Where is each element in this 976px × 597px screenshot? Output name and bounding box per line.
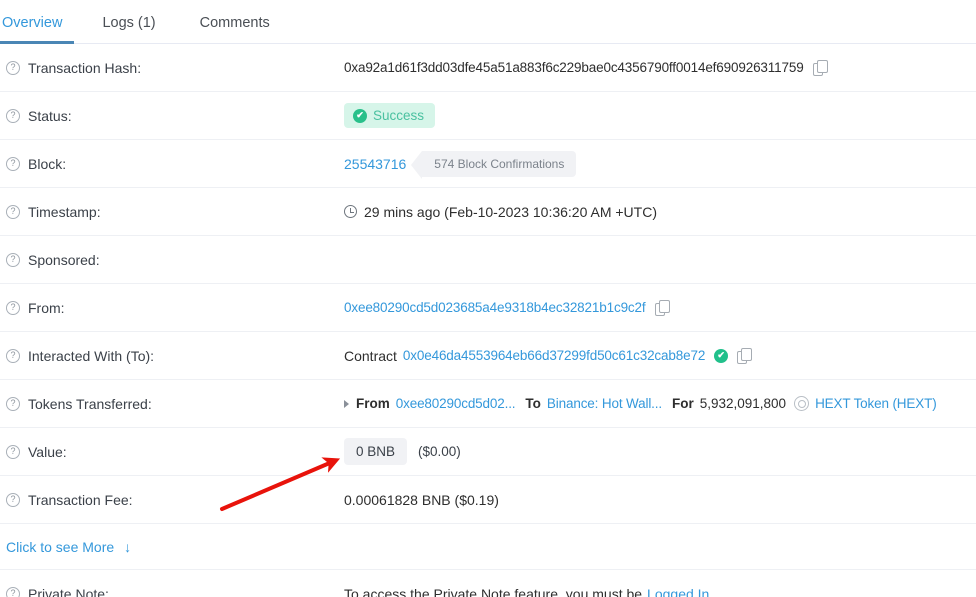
value-value: 0 BNB ($0.00) <box>344 438 976 465</box>
token-circle-icon <box>794 396 810 411</box>
label-text: From: <box>28 299 65 316</box>
tab-comments[interactable]: Comments <box>178 14 292 44</box>
value-from: 0xee80290cd5d023685a4e9318b4ec32821b1c9c… <box>344 300 976 316</box>
row-interacted-with: ? Interacted With (To): Contract 0x0e46d… <box>0 332 976 380</box>
row-sponsored: ? Sponsored: <box>0 236 976 284</box>
block-number-link[interactable]: 25543716 <box>344 156 406 172</box>
value-private-note: To access the Private Note feature, you … <box>344 586 976 597</box>
label-transaction-hash: ? Transaction Hash: <box>6 60 344 76</box>
copy-icon[interactable] <box>737 348 753 364</box>
help-icon[interactable]: ? <box>6 348 20 363</box>
status-badge: ✔ Success <box>344 103 436 128</box>
label-text: Transaction Hash: <box>28 59 142 76</box>
see-more-button[interactable]: Click to see More ↓ <box>6 539 131 555</box>
help-icon[interactable]: ? <box>6 396 20 411</box>
help-icon[interactable]: ? <box>6 252 20 267</box>
row-timestamp: ? Timestamp: 29 mins ago (Feb-10-2023 10… <box>0 188 976 236</box>
copy-icon[interactable] <box>654 300 670 316</box>
token-amount: 5,932,091,800 <box>699 396 787 411</box>
check-circle-icon: ✔ <box>353 108 367 123</box>
transaction-details-page: Overview Logs (1) Comments ? Transaction… <box>0 0 976 597</box>
value-fiat: ($0.00) <box>418 444 461 459</box>
label-text: Value: <box>28 443 67 460</box>
token-from-address-link[interactable]: 0xee80290cd5d02... <box>396 396 516 411</box>
value-transaction-fee: 0.00061828 BNB ($0.19) <box>344 491 499 508</box>
value-tokens-transferred: From 0xee80290cd5d02... To Binance: Hot … <box>344 396 976 411</box>
token-for-keyword: For <box>671 396 694 411</box>
label-text: Tokens Transferred: <box>28 395 152 412</box>
value-amount-pill: 0 BNB <box>344 438 408 465</box>
value-timestamp: 29 mins ago (Feb-10-2023 10:36:20 AM +UT… <box>344 204 976 220</box>
token-to-keyword: To <box>525 396 541 411</box>
contract-prefix: Contract <box>344 347 397 364</box>
row-transaction-fee: ? Transaction Fee: 0.00061828 BNB ($0.19… <box>0 476 976 524</box>
token-to-address-link[interactable]: Binance: Hot Wall... <box>547 396 662 411</box>
copy-icon[interactable] <box>812 60 828 76</box>
logged-in-link[interactable]: Logged In <box>647 586 709 597</box>
row-tokens-transferred: ? Tokens Transferred: From 0xee80290cd5d… <box>0 380 976 428</box>
help-icon[interactable]: ? <box>6 586 20 597</box>
help-icon[interactable]: ? <box>6 204 20 219</box>
help-icon[interactable]: ? <box>6 444 20 459</box>
clock-icon <box>344 205 357 218</box>
label-transaction-fee: ? Transaction Fee: <box>6 492 344 508</box>
label-text: Transaction Fee: <box>28 491 133 508</box>
row-see-more: Click to see More ↓ <box>0 524 976 570</box>
label-text: Private Note: <box>28 585 109 597</box>
help-icon[interactable]: ? <box>6 108 20 123</box>
token-name-link[interactable]: HEXT Token (HEXT) <box>815 396 937 411</box>
caret-right-icon[interactable] <box>344 399 349 408</box>
private-note-text: To access the Private Note feature, you … <box>344 585 643 597</box>
contract-address-link[interactable]: 0x0e46da4553964eb66d37299fd50c61c32cab8e… <box>403 348 705 363</box>
label-block: ? Block: <box>6 156 344 172</box>
tab-overview-label: Overview <box>2 14 63 31</box>
row-private-note: ? Private Note: To access the Private No… <box>0 570 976 597</box>
transaction-hash-text: 0xa92a1d61f3dd03dfe45a51a883f6c229bae0c4… <box>344 60 804 75</box>
row-block: ? Block: 25543716 574 Block Confirmation… <box>0 140 976 188</box>
from-address-link[interactable]: 0xee80290cd5d023685a4e9318b4ec32821b1c9c… <box>344 300 646 315</box>
label-value: ? Value: <box>6 444 344 460</box>
help-icon[interactable]: ? <box>6 300 20 315</box>
detail-rows: ? Transaction Hash: 0xa92a1d61f3dd03dfe4… <box>0 44 976 597</box>
token-from-keyword: From <box>356 396 390 411</box>
tab-overview[interactable]: Overview <box>0 14 80 44</box>
status-badge-label: Success <box>373 108 425 123</box>
value-interacted-with: Contract 0x0e46da4553964eb66d37299fd50c6… <box>344 348 976 364</box>
tab-logs[interactable]: Logs (1) <box>80 14 177 44</box>
label-sponsored: ? Sponsored: <box>6 252 344 268</box>
label-text: Status: <box>28 107 72 124</box>
tab-logs-label: Logs (1) <box>102 14 156 31</box>
help-icon[interactable]: ? <box>6 60 20 75</box>
row-status: ? Status: ✔ Success <box>0 92 976 140</box>
value-block: 25543716 574 Block Confirmations <box>344 150 976 179</box>
label-interacted-with: ? Interacted With (To): <box>6 348 344 364</box>
row-value: ? Value: 0 BNB ($0.00) <box>0 428 976 476</box>
label-text: Sponsored: <box>28 251 100 268</box>
row-transaction-hash: ? Transaction Hash: 0xa92a1d61f3dd03dfe4… <box>0 44 976 92</box>
block-confirmations-badge: 574 Block Confirmations <box>411 150 577 179</box>
help-icon[interactable]: ? <box>6 156 20 171</box>
label-status: ? Status: <box>6 108 344 124</box>
label-text: Interacted With (To): <box>28 347 155 364</box>
label-text: Block: <box>28 155 67 172</box>
label-text: Timestamp: <box>28 203 101 220</box>
label-private-note: ? Private Note: <box>6 586 344 597</box>
label-timestamp: ? Timestamp: <box>6 204 344 220</box>
value-transaction-hash: 0xa92a1d61f3dd03dfe45a51a883f6c229bae0c4… <box>344 60 976 76</box>
help-icon[interactable]: ? <box>6 492 20 507</box>
verified-check-icon: ✔ <box>714 348 729 363</box>
label-tokens-transferred: ? Tokens Transferred: <box>6 396 344 412</box>
tab-comments-label: Comments <box>199 14 270 31</box>
row-from: ? From: 0xee80290cd5d023685a4e9318b4ec32… <box>0 284 976 332</box>
value-status: ✔ Success <box>344 103 976 128</box>
tab-bar: Overview Logs (1) Comments <box>0 0 976 44</box>
timestamp-text: 29 mins ago (Feb-10-2023 10:36:20 AM +UT… <box>364 203 657 220</box>
label-from: ? From: <box>6 300 344 316</box>
arrow-down-icon: ↓ <box>124 538 132 555</box>
see-more-label: Click to see More <box>6 538 115 555</box>
